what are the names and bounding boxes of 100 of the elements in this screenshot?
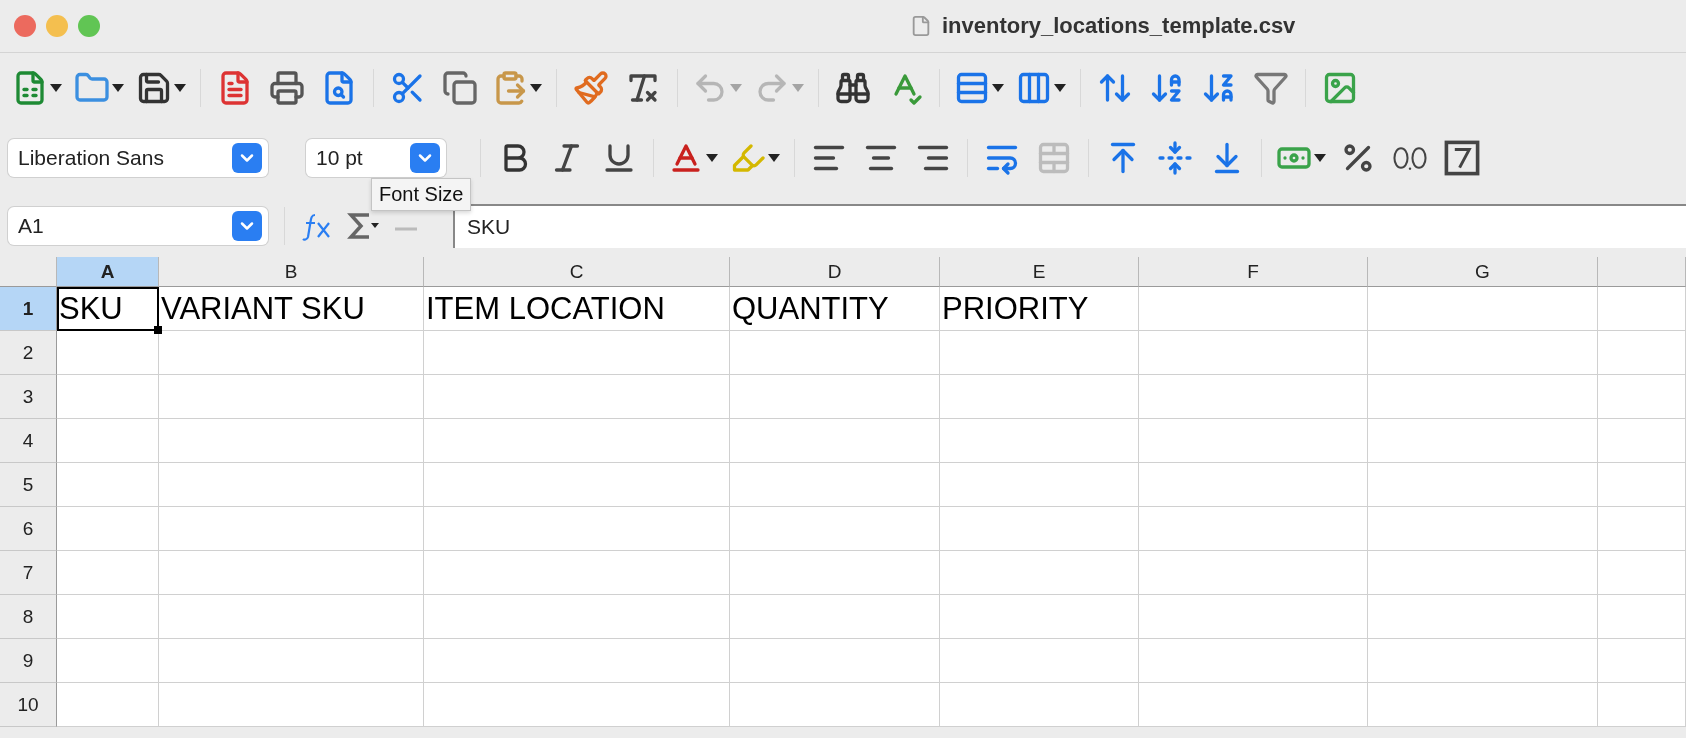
- table-cell[interactable]: [159, 375, 424, 419]
- chevron-icon[interactable]: [232, 143, 262, 173]
- table-cell[interactable]: [940, 419, 1139, 463]
- table-cell[interactable]: [57, 595, 159, 639]
- table-cell[interactable]: [730, 331, 940, 375]
- table-cell[interactable]: [1368, 551, 1598, 595]
- table-cell[interactable]: [940, 331, 1139, 375]
- table-cell[interactable]: [940, 463, 1139, 507]
- table-cell[interactable]: [57, 551, 159, 595]
- table-cell[interactable]: [1368, 287, 1598, 331]
- column-header[interactable]: B: [159, 257, 424, 287]
- caret-icon[interactable]: [112, 84, 124, 92]
- table-cell[interactable]: [940, 595, 1139, 639]
- table-cell[interactable]: [1598, 507, 1686, 551]
- table-cell[interactable]: [1368, 507, 1598, 551]
- row-header[interactable]: 7: [0, 551, 57, 595]
- minimize-button[interactable]: [46, 15, 68, 37]
- table-cell[interactable]: [940, 551, 1139, 595]
- table-cell[interactable]: [424, 507, 730, 551]
- table-cell[interactable]: [424, 551, 730, 595]
- table-cell[interactable]: [1139, 595, 1368, 639]
- table-cell[interactable]: [1368, 419, 1598, 463]
- table-cell[interactable]: [1139, 331, 1368, 375]
- table-cell[interactable]: [1598, 595, 1686, 639]
- caret-icon[interactable]: [1054, 84, 1066, 92]
- table-cell[interactable]: [1139, 507, 1368, 551]
- close-button[interactable]: [14, 15, 36, 37]
- table-cell[interactable]: [159, 331, 424, 375]
- row-header[interactable]: 3: [0, 375, 57, 419]
- table-cell[interactable]: [940, 507, 1139, 551]
- table-cell[interactable]: [159, 463, 424, 507]
- caret-icon[interactable]: [768, 154, 780, 162]
- font-size-field[interactable]: 10 pt: [306, 139, 446, 177]
- sigma-icon[interactable]: [345, 211, 379, 241]
- table-cell[interactable]: [730, 419, 940, 463]
- table-cell[interactable]: [1598, 375, 1686, 419]
- caret-icon[interactable]: [706, 154, 718, 162]
- table-cell[interactable]: VARIANT SKU: [159, 287, 424, 331]
- table-cell[interactable]: [730, 551, 940, 595]
- column-header[interactable]: A: [57, 257, 159, 287]
- table-cell[interactable]: [159, 683, 424, 727]
- column-header[interactable]: F: [1139, 257, 1368, 287]
- formula-input[interactable]: SKU: [453, 204, 1686, 248]
- table-cell[interactable]: [940, 639, 1139, 683]
- table-cell[interactable]: [159, 639, 424, 683]
- table-cell[interactable]: [57, 331, 159, 375]
- table-cell[interactable]: [1598, 463, 1686, 507]
- table-cell[interactable]: [730, 507, 940, 551]
- table-cell[interactable]: [730, 375, 940, 419]
- table-cell[interactable]: [424, 595, 730, 639]
- table-cell[interactable]: [57, 683, 159, 727]
- caret-icon[interactable]: [1314, 154, 1326, 162]
- table-cell[interactable]: [1598, 419, 1686, 463]
- row-header[interactable]: 8: [0, 595, 57, 639]
- table-cell[interactable]: [424, 375, 730, 419]
- fill-handle[interactable]: [154, 326, 162, 334]
- caret-icon[interactable]: [50, 84, 62, 92]
- table-cell[interactable]: [424, 331, 730, 375]
- table-cell[interactable]: [57, 507, 159, 551]
- column-header[interactable]: [1598, 257, 1686, 287]
- column-header[interactable]: E: [940, 257, 1139, 287]
- table-cell[interactable]: [1368, 463, 1598, 507]
- table-cell[interactable]: [424, 683, 730, 727]
- table-cell[interactable]: [1598, 287, 1686, 331]
- table-cell[interactable]: PRIORITY: [940, 287, 1139, 331]
- chevron-icon[interactable]: [232, 211, 262, 241]
- table-cell[interactable]: [159, 419, 424, 463]
- table-cell[interactable]: [1139, 375, 1368, 419]
- font-name-field[interactable]: Liberation Sans: [8, 139, 268, 177]
- zoom-button[interactable]: [78, 15, 100, 37]
- table-cell[interactable]: [1139, 551, 1368, 595]
- table-cell[interactable]: [424, 639, 730, 683]
- table-cell[interactable]: [1139, 683, 1368, 727]
- table-cell[interactable]: [1139, 287, 1368, 331]
- table-cell[interactable]: [1598, 639, 1686, 683]
- table-cell[interactable]: [57, 375, 159, 419]
- table-cell[interactable]: [57, 463, 159, 507]
- row-header[interactable]: 10: [0, 683, 57, 727]
- table-cell[interactable]: [730, 595, 940, 639]
- table-cell[interactable]: [1368, 595, 1598, 639]
- table-cell[interactable]: [1139, 463, 1368, 507]
- row-header[interactable]: 4: [0, 419, 57, 463]
- table-cell[interactable]: [730, 463, 940, 507]
- row-header[interactable]: 1: [0, 287, 57, 331]
- table-cell[interactable]: [1368, 331, 1598, 375]
- table-cell[interactable]: [1368, 639, 1598, 683]
- table-cell[interactable]: [730, 639, 940, 683]
- table-cell[interactable]: [1598, 331, 1686, 375]
- chevron-icon[interactable]: [410, 143, 440, 173]
- table-cell[interactable]: [424, 419, 730, 463]
- column-header[interactable]: C: [424, 257, 730, 287]
- table-cell[interactable]: [424, 463, 730, 507]
- name-box[interactable]: A1: [8, 207, 268, 245]
- caret-icon[interactable]: [174, 84, 186, 92]
- column-header[interactable]: D: [730, 257, 940, 287]
- table-cell[interactable]: [159, 551, 424, 595]
- row-header[interactable]: 9: [0, 639, 57, 683]
- table-cell[interactable]: [1368, 375, 1598, 419]
- table-cell[interactable]: [1139, 639, 1368, 683]
- table-cell[interactable]: [730, 683, 940, 727]
